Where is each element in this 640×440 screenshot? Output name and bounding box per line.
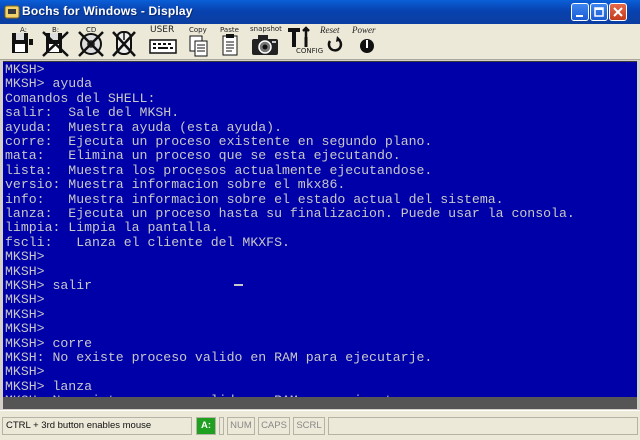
cdrom-button[interactable]: CD [76, 25, 106, 59]
floppy-disabled-icon [42, 31, 69, 57]
console-line: lista: Muestra los procesos actualmente … [5, 162, 433, 178]
floppy-a-activity-indicator: A: [196, 417, 216, 435]
floppy-b-button[interactable]: B: [40, 25, 72, 59]
console-line: MKSH> corre [5, 335, 93, 351]
power-button[interactable]: Power [352, 25, 384, 59]
close-button[interactable] [609, 3, 627, 21]
power-icon [360, 39, 374, 53]
bochs-app-icon [4, 5, 20, 19]
console-line: MKSH> lanza [5, 378, 93, 394]
console-line: MKSH> [5, 62, 45, 77]
config-button[interactable]: CONFIG [286, 25, 323, 59]
camera-icon [252, 35, 278, 55]
user-button[interactable]: USER [148, 25, 178, 59]
copy-icon [189, 35, 208, 57]
scroll-lock-indicator: SCRL [293, 417, 325, 435]
maximize-button[interactable] [590, 3, 608, 21]
status-empty-pane [328, 417, 638, 435]
console-line: mata: Elimina un proceso que se esta eje… [5, 148, 401, 164]
minimize-button[interactable] [571, 3, 589, 21]
status-message: CTRL + 3rd button enables mouse [2, 417, 192, 435]
maximize-icon [594, 7, 604, 17]
console-line: ayuda: Muestra ayuda (esta ayuda). [5, 119, 282, 135]
console-line: MKSH: No existe proceso valido en RAM pa… [5, 350, 433, 365]
caps-lock-indicator: CAPS [258, 417, 290, 435]
console-line: MKSH> ayuda [5, 76, 93, 92]
toolbar: A: B: CD USER Copy Paste snapshot CONFIG… [0, 24, 640, 60]
minimize-icon [576, 15, 583, 17]
console-line: MKSH> [5, 263, 45, 279]
window-title: Bochs for Windows - Display [22, 4, 193, 18]
close-icon [613, 7, 623, 17]
console-line: MKSH> [5, 321, 45, 337]
keyboard-icon [149, 39, 177, 54]
text-cursor [234, 284, 243, 286]
console-line: corre: Ejecuta un proceso existente en s… [5, 134, 433, 149]
paste-icon [222, 34, 238, 56]
console-line: versio: Muestra informacion sobre el mkx… [5, 177, 346, 193]
paste-button[interactable]: Paste [218, 25, 242, 59]
status-spacer [219, 417, 224, 435]
reset-icon [327, 36, 343, 52]
mouse-disabled-icon [112, 31, 136, 57]
title-bar[interactable]: Bochs for Windows - Display [0, 0, 640, 24]
display-bottom-border [3, 397, 637, 409]
console-line: fscli: Lanza el cliente del MKXFS. [5, 234, 290, 250]
status-bar: CTRL + 3rd button enables mouse A: NUM C… [0, 410, 640, 440]
cdrom-disabled-icon [78, 31, 104, 57]
reset-button[interactable]: Reset [320, 25, 350, 59]
console-line: salir: Sale del MKSH. [5, 105, 180, 121]
console-line: MKSH> [5, 364, 45, 380]
console-line: Comandos del SHELL: [5, 90, 156, 106]
console-line: MKSH> salir [5, 278, 93, 293]
console-line: MKSH> [5, 292, 45, 308]
console-line: MKSH> [5, 249, 45, 265]
num-lock-indicator: NUM [227, 417, 255, 435]
floppy-a-button[interactable]: A: [8, 25, 36, 59]
mouse-button[interactable] [110, 25, 138, 59]
emulator-display[interactable]: MKSH> MKSH> ayuda Comandos del SHELL: salir… [3, 61, 637, 398]
console-line: lanza: Ejecuta un proceso hasta su final… [5, 206, 575, 221]
floppy-icon [12, 33, 33, 53]
console-line: info: Muestra informacion sobre el estad… [5, 191, 504, 207]
copy-button[interactable]: Copy [186, 25, 210, 59]
console-line: MKSH> [5, 306, 45, 322]
snapshot-button[interactable]: snapshot [248, 25, 282, 59]
console-line: limpia: Limpia la pantalla. [5, 220, 219, 236]
